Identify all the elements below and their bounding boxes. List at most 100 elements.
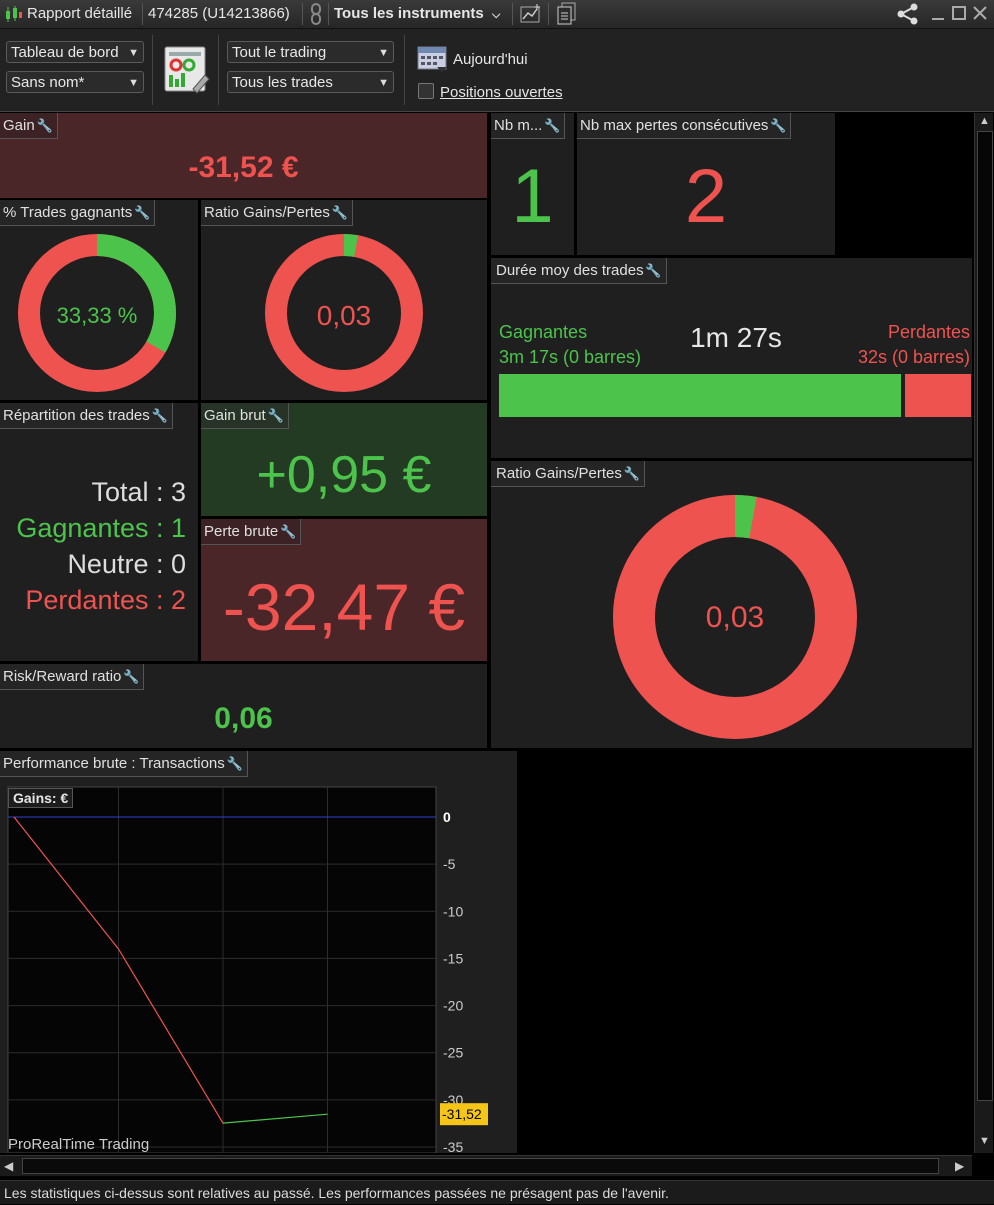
divider [548, 3, 549, 25]
divider [142, 3, 143, 25]
wrench-icon[interactable]: 🔧 [332, 200, 348, 225]
wrench-icon[interactable]: 🔧 [152, 403, 168, 428]
losing-duration-label: Perdantes [887, 322, 970, 342]
y-tick-label: -35 [443, 1139, 463, 1153]
toolbar: Tableau de bord ▼ Sans nom* ▼ Tout le tr… [0, 29, 994, 112]
vertical-scrollbar[interactable]: ▲ ▼ [974, 113, 993, 1153]
y-tick-label: -10 [443, 903, 463, 919]
dashboard-settings-icon[interactable] [163, 45, 211, 100]
add-chart-icon[interactable] [520, 3, 542, 30]
winning-trades-panel: % Trades gagnants 🔧 33,33 % [0, 200, 198, 400]
wrench-icon[interactable]: 🔧 [770, 113, 786, 138]
y-tick-label: -25 [443, 1045, 463, 1061]
panel-title-text: Nb max pertes consécutives [580, 117, 769, 134]
ratio-large-panel: Ratio Gains/Pertes 🔧 0,03 [491, 461, 972, 748]
instruments-label: Tous les instruments [334, 5, 484, 22]
instruments-dropdown[interactable]: Tous les instruments ⌵ [334, 5, 500, 22]
trade-distribution-panel: Répartition des trades 🔧 Total : 3 Gagna… [0, 403, 198, 661]
divider [218, 35, 219, 105]
trades-select[interactable]: Tous les trades ▼ [227, 71, 394, 93]
y-tick-label: -20 [443, 998, 463, 1014]
divider [152, 35, 153, 105]
max-consecutive-gains-value: 1 [511, 154, 554, 239]
dashboard-select[interactable]: Tableau de bord ▼ [6, 41, 144, 63]
panel-title: Gain brut 🔧 [201, 403, 289, 429]
wrench-icon[interactable]: 🔧 [268, 403, 284, 428]
document-icon[interactable] [556, 2, 578, 31]
report-title: Rapport détaillé [27, 5, 133, 22]
y-tick-label: -5 [443, 856, 456, 872]
panel-title: Performance brute : Transactions 🔧 [0, 751, 248, 777]
panel-title: Nb max pertes consécutives 🔧 [577, 113, 792, 139]
wrench-icon[interactable]: 🔧 [134, 200, 150, 225]
panel-title: Répartition des trades 🔧 [0, 403, 173, 429]
trading-select-value: Tout le trading [232, 44, 327, 61]
chart-legend: Gains: € [8, 788, 74, 808]
divider [328, 3, 329, 25]
risk-reward-panel: Risk/Reward ratio 🔧 0,06 [0, 664, 487, 748]
panel-title: Gain 🔧 [0, 113, 58, 139]
open-positions-checkbox[interactable] [418, 83, 434, 99]
panel-title-text: Gain [3, 117, 35, 134]
scroll-up-icon[interactable]: ▲ [979, 115, 990, 127]
scroll-thumb[interactable] [22, 1158, 939, 1174]
wrench-icon[interactable]: 🔧 [37, 113, 53, 138]
wrench-icon[interactable]: 🔧 [227, 751, 243, 776]
performance-panel: Performance brute : Transactions 🔧 0 -5 -1… [0, 751, 517, 1153]
gain-value: -31,52 € [188, 151, 299, 184]
panel-title-text: Perte brute [204, 523, 279, 540]
wrench-icon[interactable]: 🔧 [280, 519, 296, 544]
winning-trades-value: 33,33 % [56, 303, 138, 328]
last-value-label: -31,52 [442, 1106, 482, 1122]
chevron-down-icon: ▼ [128, 77, 139, 89]
ratio-small-value: 0,03 [316, 300, 372, 331]
panel-title-text: Nb m... [494, 117, 543, 134]
open-positions-label[interactable]: Positions ouvertes [440, 84, 563, 101]
title-bar: Rapport détaillé 474285 (U14213866) Tous… [0, 0, 994, 29]
performance-chart: 0-5-10-15-20-25-30-35-31,52 [7, 786, 488, 1153]
wrench-icon[interactable]: 🔧 [645, 258, 661, 283]
divider [404, 35, 405, 105]
total-trades: Total : 3 [91, 477, 186, 507]
close-icon[interactable] [972, 4, 988, 27]
scroll-right-icon[interactable]: ▶ [955, 1159, 964, 1173]
gross-loss-value: -32,47 € [222, 570, 466, 644]
ratio-large-value: 0,03 [705, 601, 765, 634]
gross-loss-panel: Perte brute 🔧 -32,47 € [201, 519, 487, 661]
wrench-icon[interactable]: 🔧 [123, 664, 139, 689]
chevron-down-icon: ▼ [378, 77, 389, 89]
wrench-icon[interactable]: 🔧 [544, 113, 560, 138]
dashboard-select-value: Tableau de bord [11, 44, 119, 61]
max-consecutive-gains-panel: Nb m... 🔧 1 [491, 113, 574, 255]
chevron-down-icon: ▼ [128, 47, 139, 59]
average-duration-panel: Durée moy des trades 🔧 Gagnantes 3m 17s … [491, 258, 972, 458]
scroll-left-icon[interactable]: ◀ [4, 1159, 13, 1173]
ratio-small-panel: Ratio Gains/Pertes 🔧 0,03 [201, 200, 487, 400]
chevron-down-icon: ⌵ [491, 9, 501, 21]
panel-title-text: % Trades gagnants [3, 204, 133, 221]
candlestick-icon [4, 5, 24, 28]
name-select-value: Sans nom* [11, 74, 85, 91]
date-range-label[interactable]: Aujourd'hui [453, 51, 528, 68]
neutral-trades-count: Neutre : 0 [67, 549, 186, 579]
chart-plot-area [7, 786, 437, 1153]
minimize-icon[interactable] [930, 4, 946, 27]
gain-panel: Gain 🔧 -31,52 € [0, 113, 487, 198]
panel-title-text: Gain brut [204, 407, 266, 424]
link-icon[interactable] [308, 3, 324, 30]
account-label: 474285 (U14213866) [148, 5, 290, 22]
trading-select[interactable]: Tout le trading ▼ [227, 41, 394, 63]
panel-title: Perte brute 🔧 [201, 519, 302, 545]
calendar-icon[interactable] [417, 43, 449, 78]
name-select[interactable]: Sans nom* ▼ [6, 71, 144, 93]
gross-gain-panel: Gain brut 🔧 +0,95 € [201, 403, 487, 516]
panel-title: Ratio Gains/Pertes 🔧 [201, 200, 353, 226]
wrench-icon[interactable]: 🔧 [624, 461, 640, 486]
scroll-thumb[interactable] [977, 131, 993, 1101]
scroll-down-icon[interactable]: ▼ [979, 1135, 990, 1147]
maximize-icon[interactable] [951, 4, 967, 27]
share-icon[interactable] [896, 2, 920, 31]
horizontal-scrollbar[interactable]: ◀ ▶ [0, 1155, 972, 1176]
gross-gain-value: +0,95 € [256, 446, 432, 504]
winning-trades-count: Gagnantes : 1 [16, 513, 186, 543]
